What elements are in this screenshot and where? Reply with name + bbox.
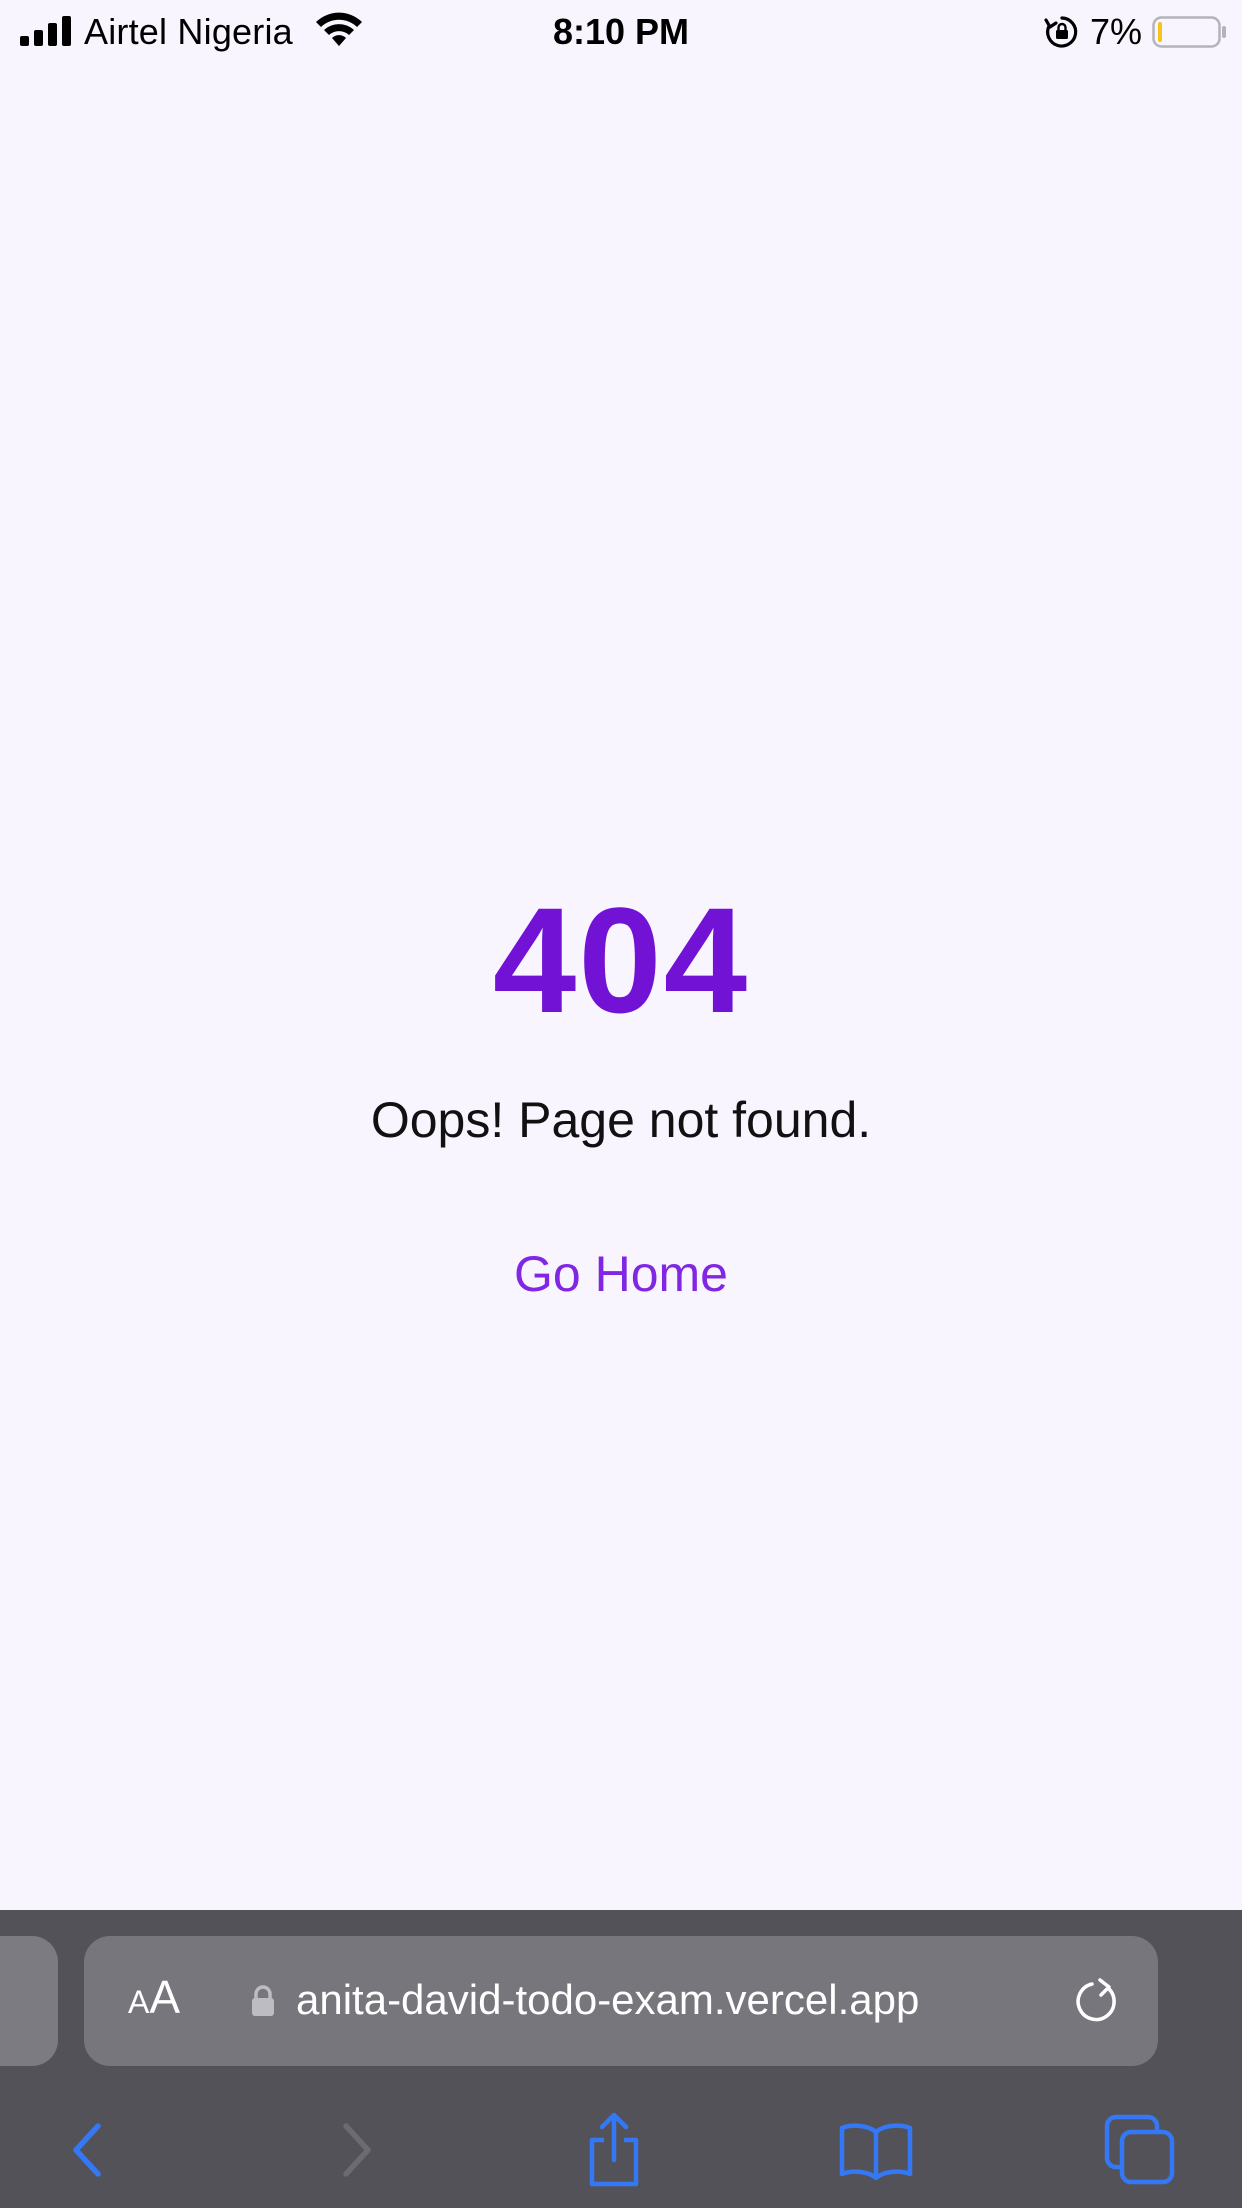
bookmarks-button[interactable] bbox=[836, 2110, 916, 2190]
rotation-lock-icon bbox=[1044, 16, 1078, 48]
back-icon bbox=[73, 2123, 101, 2177]
back-button[interactable] bbox=[48, 2110, 128, 2190]
forward-button[interactable] bbox=[316, 2110, 396, 2190]
share-button[interactable] bbox=[574, 2110, 654, 2190]
battery-percent: 7% bbox=[1090, 11, 1143, 52]
status-bar: Airtel Nigeria 8:10 PM 7% bbox=[0, 0, 1242, 64]
forward-icon bbox=[343, 2123, 371, 2177]
go-home-link[interactable]: Go Home bbox=[0, 1244, 1242, 1304]
tabs-button[interactable] bbox=[1100, 2110, 1180, 2190]
battery-icon bbox=[1152, 16, 1226, 48]
browser-toolbar: AA anita-david-todo-exam.vercel.app bbox=[0, 1910, 1242, 2208]
error-code: 404 bbox=[492, 876, 750, 1044]
address-bar[interactable]: AA anita-david-todo-exam.vercel.app bbox=[84, 1936, 1158, 2066]
text-size-large-a: A bbox=[149, 1971, 181, 2023]
text-size-small-a: A bbox=[128, 1984, 150, 2020]
lock-icon bbox=[252, 1985, 274, 2016]
bookmarks-icon bbox=[839, 2123, 913, 2180]
reload-icon[interactable] bbox=[1070, 1976, 1122, 2028]
previous-tab-peek[interactable] bbox=[0, 1936, 58, 2066]
error-message: Oops! Page not found. bbox=[370, 1092, 872, 1148]
tabs-icon bbox=[1104, 2114, 1175, 2185]
url-text[interactable]: anita-david-todo-exam.vercel.app bbox=[296, 1972, 919, 2028]
share-icon bbox=[589, 2112, 639, 2187]
text-size-button[interactable]: AA bbox=[128, 1970, 198, 2030]
